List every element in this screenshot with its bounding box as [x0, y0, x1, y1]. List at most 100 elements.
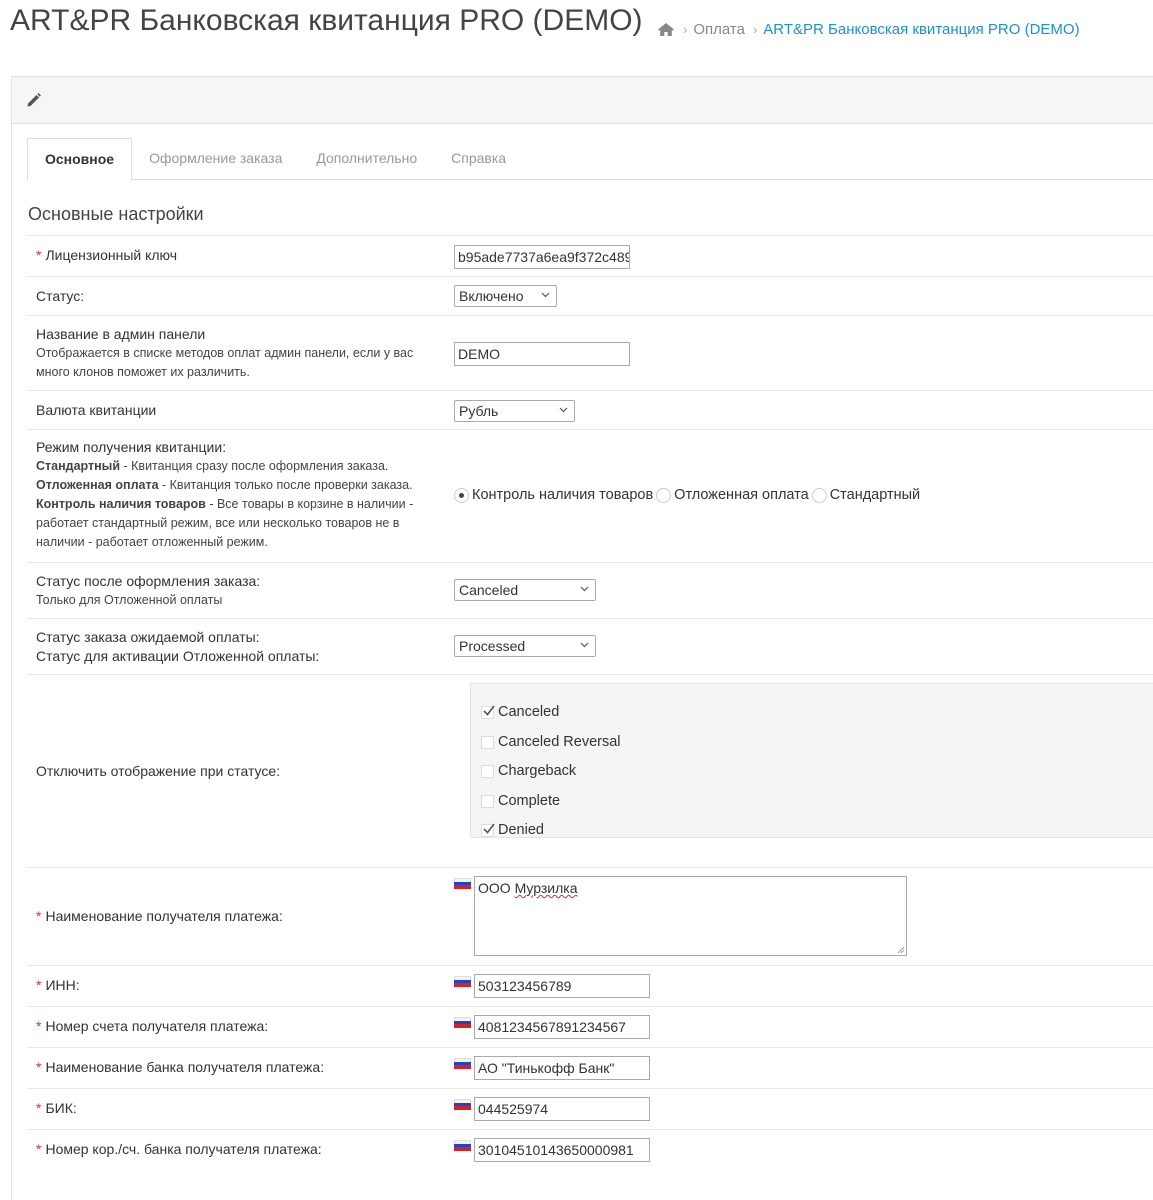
radio-deferred[interactable] — [656, 487, 672, 503]
admin-name-hint: Отображается в списке методов оплат адми… — [36, 346, 414, 379]
checkbox-canceled-reversal[interactable] — [481, 735, 494, 749]
account-input[interactable]: 4081234567891234567 — [474, 1015, 650, 1039]
flag-ru-icon — [454, 1140, 471, 1151]
required-mark: * — [36, 1100, 42, 1116]
required-mark: * — [36, 977, 42, 993]
checkbox-item[interactable]: Complete — [481, 793, 560, 809]
awaiting-status-value: Processed — [459, 638, 526, 654]
settings-panel: Основное Оформление заказа Дополнительно… — [11, 76, 1153, 1200]
after-order-status-value: Canceled — [459, 582, 519, 598]
status-checkbox-list[interactable]: Canceled Canceled Reversal Chargeback Co… — [470, 683, 1153, 838]
status-select[interactable]: Включено — [454, 285, 557, 307]
receipt-mode-radio-group: Контроль наличия товаров Отложенная опла… — [454, 487, 920, 503]
radio-standard-label: Стандартный — [829, 487, 921, 503]
recipient-name-label: * Наименование получателя платежа: — [36, 908, 283, 924]
checkbox-complete[interactable] — [481, 794, 494, 808]
required-mark: * — [36, 908, 42, 924]
corr-account-input[interactable]: 30104510143650000981 — [474, 1138, 650, 1162]
row-status: Статус: Включено — [27, 276, 1153, 316]
checkbox-denied[interactable] — [481, 823, 495, 837]
required-mark: * — [36, 247, 42, 263]
inn-input[interactable]: 503123456789 — [474, 974, 650, 998]
radio-stock-control[interactable] — [454, 487, 469, 503]
breadcrumb-item-current[interactable]: ART&PR Банковская квитанция PRO (DEMO) — [763, 21, 1079, 38]
chevron-down-icon — [541, 292, 550, 298]
row-account: * Номер счета получателя платежа: 4081234… — [27, 1006, 1153, 1047]
home-icon[interactable] — [657, 22, 675, 37]
row-after-order-status: Статус после оформления заказа: Только д… — [27, 562, 1153, 618]
license-label: * Лицензионный ключ — [36, 247, 178, 263]
bik-label: * БИК: — [36, 1100, 77, 1116]
currency-label: Валюта квитанции — [36, 402, 157, 418]
checkbox-canceled[interactable] — [481, 705, 495, 719]
disable-display-label: Отключить отображение при статусе: — [36, 763, 281, 779]
row-receipt-mode: Режим получения квитанции: Стандартный -… — [27, 429, 1153, 562]
awaiting-status-label: Статус заказа ожидаемой оплаты: Статус д… — [36, 629, 320, 664]
checkbox-item[interactable]: Chargeback — [481, 763, 576, 779]
radio-standard[interactable] — [811, 487, 827, 503]
pencil-icon — [27, 93, 41, 107]
tab-bar: Основное Оформление заказа Дополнительно… — [27, 138, 1153, 181]
flag-ru-icon — [454, 878, 471, 889]
row-inn: * ИНН: 503123456789 — [27, 965, 1153, 1006]
status-label: Статус: — [36, 288, 85, 304]
bik-input[interactable]: 044525974 — [474, 1097, 650, 1121]
flag-ru-icon — [454, 1058, 471, 1069]
row-disable-display: Отключить отображение при статусе: Cance… — [27, 674, 1153, 867]
row-license: * Лицензионный ключ b95ade7737a6ea9f372c4… — [27, 235, 1153, 276]
checkbox-label: Canceled — [498, 704, 560, 720]
after-order-status-select[interactable]: Canceled — [454, 579, 596, 601]
awaiting-status-select[interactable]: Processed — [454, 635, 596, 657]
receipt-mode-label: Режим получения квитанции: Стандартный -… — [36, 439, 414, 549]
tab-checkout[interactable]: Оформление заказа — [132, 138, 299, 180]
breadcrumb: › Оплата › ART&PR Банковская квитанция P… — [657, 21, 1080, 38]
bank-name-input[interactable]: АО "Тинькофф Банк" — [474, 1056, 650, 1080]
checkbox-chargeback[interactable] — [481, 764, 494, 778]
corr-account-label: * Номер кор./сч. банка получателя платежа… — [36, 1141, 322, 1157]
page-header: ART&PR Банковская квитанция PRO (DEMO) ›… — [0, 0, 1153, 62]
breadcrumb-separator: › — [683, 22, 688, 37]
checkbox-item[interactable]: Canceled Reversal — [481, 734, 621, 750]
checkbox-item[interactable]: Canceled — [481, 704, 559, 720]
tab-additional[interactable]: Дополнительно — [299, 138, 434, 180]
currency-select-value: Рубль — [459, 403, 499, 419]
tab-help[interactable]: Справка — [434, 138, 523, 180]
checkbox-label: Complete — [498, 793, 561, 809]
row-bank-name: * Наименование банка получателя платежа: … — [27, 1047, 1153, 1088]
page-title: ART&PR Банковская квитанция PRO (DEMO) — [10, 4, 643, 37]
admin-name-input[interactable]: DEMO — [454, 342, 630, 366]
section-title: Основные настройки — [28, 204, 204, 224]
license-key-input[interactable]: b95ade7737a6ea9f372c489 — [454, 245, 630, 269]
checkbox-label: Chargeback — [498, 763, 577, 779]
admin-name-label: Название в админ панели Отображается в с… — [36, 325, 436, 382]
chevron-down-icon — [559, 407, 568, 413]
checkbox-label: Canceled Reversal — [498, 734, 621, 750]
chevron-down-icon — [580, 586, 589, 592]
check-icon — [483, 705, 495, 716]
row-corr-account: * Номер кор./сч. банка получателя платежа… — [27, 1129, 1153, 1170]
flag-ru-icon — [454, 1099, 471, 1110]
radio-stock-control-label: Контроль наличия товаров — [472, 487, 654, 503]
row-currency: Валюта квитанции Рубль — [27, 390, 1153, 430]
recipient-name-textarea[interactable]: ООО Мурзилка — [474, 876, 907, 956]
flag-ru-icon — [454, 1017, 471, 1028]
row-awaiting-status: Статус заказа ожидаемой оплаты: Статус д… — [27, 618, 1153, 674]
inn-label: * ИНН: — [36, 977, 80, 993]
required-mark: * — [36, 1141, 42, 1157]
check-icon — [483, 823, 495, 834]
required-mark: * — [36, 1018, 42, 1034]
resize-grip-icon[interactable] — [896, 945, 905, 954]
required-mark: * — [36, 1059, 42, 1075]
status-select-value: Включено — [459, 288, 524, 304]
checkbox-label: Denied — [498, 822, 544, 838]
after-order-status-label: Статус после оформления заказа: Только д… — [36, 573, 261, 607]
radio-deferred-label: Отложенная оплата — [674, 487, 809, 503]
checkbox-item[interactable]: Denied — [481, 822, 544, 838]
row-recipient-name: * Наименование получателя платежа: ООО Му… — [27, 867, 1153, 965]
panel-heading — [12, 77, 1153, 124]
currency-select[interactable]: Рубль — [454, 400, 575, 422]
flag-ru-icon — [454, 976, 471, 987]
row-admin-name: Название в админ панели Отображается в с… — [27, 315, 1153, 390]
breadcrumb-item-payment[interactable]: Оплата — [693, 21, 745, 38]
tab-main[interactable]: Основное — [27, 138, 133, 181]
